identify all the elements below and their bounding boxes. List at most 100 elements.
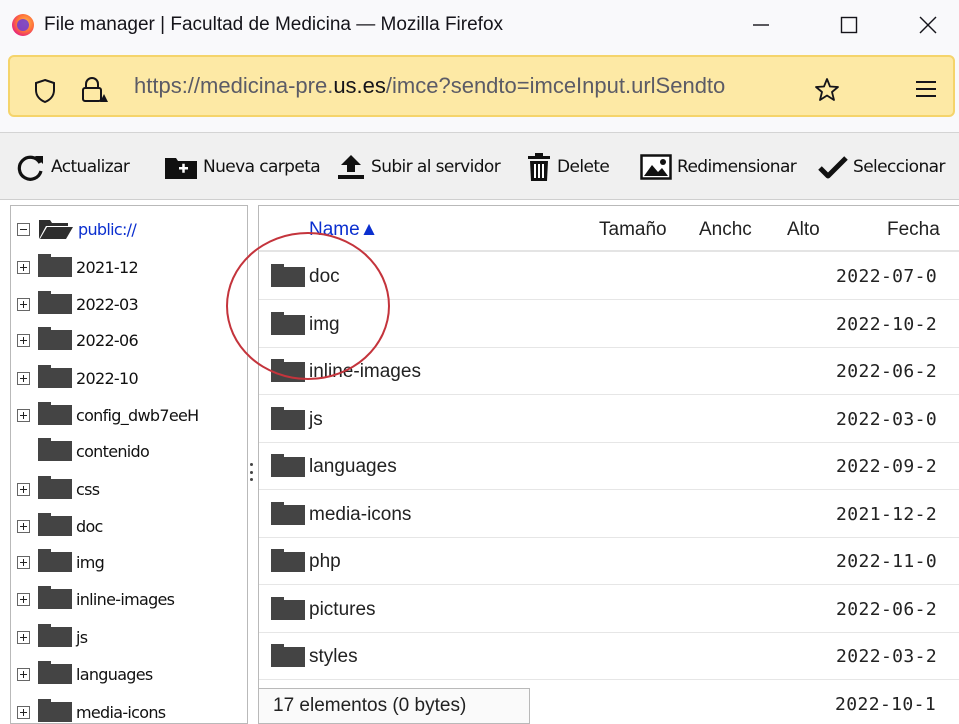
column-header-width[interactable]: Anchc [699,219,761,241]
file-list: Name▲ Tamaño Anchc Alto Fecha doc 2022-07… [258,205,959,724]
folder-icon [38,549,72,572]
expand-toggle[interactable] [17,705,30,719]
hamburger-menu-icon[interactable] [916,80,936,98]
minimize-button[interactable] [738,8,784,42]
expand-toggle[interactable] [17,333,30,347]
folder-icon [271,264,305,287]
expand-toggle[interactable] [17,592,30,606]
bookmark-star-icon[interactable] [814,77,840,103]
status-summary: 17 elementos (0 bytes) [258,688,530,724]
tree-item-label: css [76,479,100,499]
tree-item-label: doc [76,516,103,536]
file-name: inline-images [309,361,421,382]
new-folder-icon [165,158,197,179]
folder-icon [271,596,305,620]
tree-item-label: js [76,627,88,647]
file-date: 2022-10-2 [836,313,938,335]
browser-window: File manager | Facultad de Medicina — Mo… [0,0,959,724]
column-header-size[interactable]: Tamaño [599,219,667,241]
file-row[interactable]: inline-images 2022-06-2 [259,348,959,395]
lock-warning-icon[interactable] [80,76,108,104]
upload-button[interactable]: Subir al servidor [336,151,501,183]
file-date: 2022-03-0 [836,408,938,430]
file-name: php [309,551,341,572]
file-row[interactable]: php 2022-11-0 [259,538,959,585]
collapse-toggle[interactable] [17,222,30,236]
folder-icon [38,624,72,647]
tree-item[interactable]: config_dwb7eeH [17,400,199,430]
tree-root-label: public:// [78,219,137,239]
expand-toggle[interactable] [17,630,30,644]
resize-label: Redimensionar [677,157,797,177]
refresh-button[interactable]: Actualizar [14,151,130,183]
folder-icon [38,476,72,499]
tree-item-label: 2021-12 [76,257,139,277]
folder-tree: public:// 2021-12 2022-03 2022-06 2022-10 co… [10,205,248,724]
tree-item[interactable]: 2022-03 [17,289,139,319]
url-text[interactable]: https://medicina-pre.us.es/imce?sendto=i… [134,73,725,99]
column-header-name[interactable]: Name▲ [309,219,379,241]
folder-icon [271,454,305,477]
file-row[interactable]: js 2022-03-0 [259,396,959,443]
delete-label: Delete [557,157,610,177]
pane-splitter-handle[interactable] [250,463,253,481]
folder-icon [271,311,305,335]
expand-toggle[interactable] [17,408,30,422]
tree-item[interactable]: contenido [17,436,150,466]
tree-item[interactable]: 2022-06 [17,325,139,355]
file-row[interactable]: languages 2022-09-2 [259,443,959,490]
file-name: pictures [309,598,376,620]
select-button[interactable]: Seleccionar [818,151,945,183]
file-row[interactable]: doc 2022-07-0 [259,253,959,300]
tree-item[interactable]: media-icons [17,697,166,723]
tree-item[interactable]: languages [17,659,153,689]
file-row[interactable]: img 2022-10-2 [259,301,959,348]
trash-icon [528,153,550,181]
resize-button[interactable]: Redimensionar [640,151,797,183]
expand-toggle[interactable] [17,667,30,681]
partial-row-date: 2022-10-1 [835,694,937,715]
tree-item[interactable]: css [17,474,100,504]
folder-icon [38,254,72,277]
folder-icon [38,365,72,388]
expand-toggle[interactable] [17,260,30,274]
folder-icon [38,291,72,314]
file-row[interactable]: pictures 2022-06-2 [259,586,959,633]
tree-item[interactable]: doc [17,511,103,541]
folder-icon [38,438,72,461]
minimize-icon [753,24,769,26]
expand-toggle[interactable] [17,482,30,496]
url-bar[interactable]: https://medicina-pre.us.es/imce?sendto=i… [8,55,955,117]
refresh-label: Actualizar [51,157,130,177]
expand-toggle[interactable] [17,297,30,311]
tree-item[interactable]: 2022-10 [17,363,139,393]
tracking-protection-shield-icon[interactable] [34,78,56,104]
file-row[interactable]: media-icons 2021-12-2 [259,491,959,538]
expand-toggle[interactable] [17,371,30,385]
delete-button[interactable]: Delete [526,151,610,183]
new-folder-button[interactable]: Nueva carpeta [164,151,321,183]
file-list-header: Name▲ Tamaño Anchc Alto Fecha [259,206,959,252]
tree-item[interactable]: 2021-12 [17,252,139,282]
file-name: js [309,408,323,430]
column-header-date[interactable]: Fecha [887,219,940,241]
file-date: 2021-12-2 [836,503,938,525]
image-resize-icon [640,154,672,180]
folder-icon [38,661,72,684]
tree-item[interactable]: img [17,547,105,577]
file-date: 2022-07-0 [836,266,938,287]
folder-icon [38,699,72,722]
expand-toggle[interactable] [17,519,30,533]
maximize-button[interactable] [826,8,872,42]
refresh-icon [17,155,43,181]
title-bar: File manager | Facultad de Medicina — Mo… [0,0,959,50]
file-row[interactable]: styles 2022-03-2 [259,633,959,680]
column-header-height[interactable]: Alto [787,219,820,241]
tree-item[interactable]: inline-images [17,584,175,614]
url-domain: us.es [333,73,386,98]
upload-label: Subir al servidor [371,157,501,177]
tree-item[interactable]: js [17,622,88,652]
expand-toggle[interactable] [17,555,30,569]
close-window-button[interactable] [905,8,951,42]
tree-root[interactable]: public:// [17,214,137,244]
